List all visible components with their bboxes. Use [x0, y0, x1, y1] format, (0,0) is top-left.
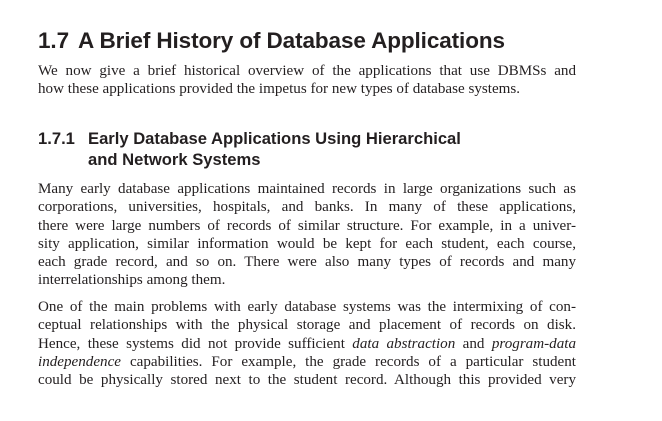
text-line: each grade record, and so on. There were… [38, 254, 576, 271]
text-line: One of the main problems with early data… [38, 299, 576, 315]
text-line: ceptual relationships with the physical … [38, 317, 576, 334]
emphasis-program-data: program-data [491, 335, 576, 352]
subsection-title-line-2: and Network Systems [88, 149, 261, 169]
section-heading: 1.7 A Brief History of Database Applicati… [38, 27, 505, 55]
text-line: Many early database applications maintai… [38, 181, 576, 197]
text-run: and [455, 335, 492, 352]
text-line: Hence, these systems did not provide suf… [38, 335, 576, 353]
section-title: A Brief History of Database Applications [77, 28, 505, 53]
emphasis-independence: independence [38, 353, 121, 370]
subsection-heading: 1.7.1 Early Database Applications Using H… [38, 129, 461, 170]
emphasis-data-abstraction: data abstraction [352, 335, 456, 352]
text-run: capabilities. For example, the grade rec… [120, 353, 576, 370]
subsection-title-line-1: Early Database Applications Using Hierar… [88, 129, 461, 148]
paragraph-1: Many early database applications maintai… [38, 180, 576, 290]
text-line: independence capabilities. For example, … [38, 353, 576, 371]
text-line: We now give a brief historical overview … [38, 63, 576, 79]
text-line: there were large numbers of records of s… [38, 217, 576, 234]
text-line: corporations, universities, hospitals, a… [38, 199, 576, 216]
paragraph-2: One of the main problems with early data… [38, 298, 576, 389]
intro-paragraph: We now give a brief historical overview … [38, 62, 576, 99]
subsection-number: 1.7.1 [38, 129, 75, 148]
text-line: could be physically stored next to the s… [38, 372, 576, 389]
text-line: interrelationships among them. [38, 272, 226, 289]
book-page: 1.7 A Brief History of Database Applicati… [0, 0, 662, 421]
text-line: sity application, similar information wo… [38, 235, 576, 252]
section-number: 1.7 [38, 28, 69, 53]
text-run: Hence, these systems did not provide suf… [38, 335, 353, 352]
text-line: how these applications provided the impe… [38, 81, 521, 98]
